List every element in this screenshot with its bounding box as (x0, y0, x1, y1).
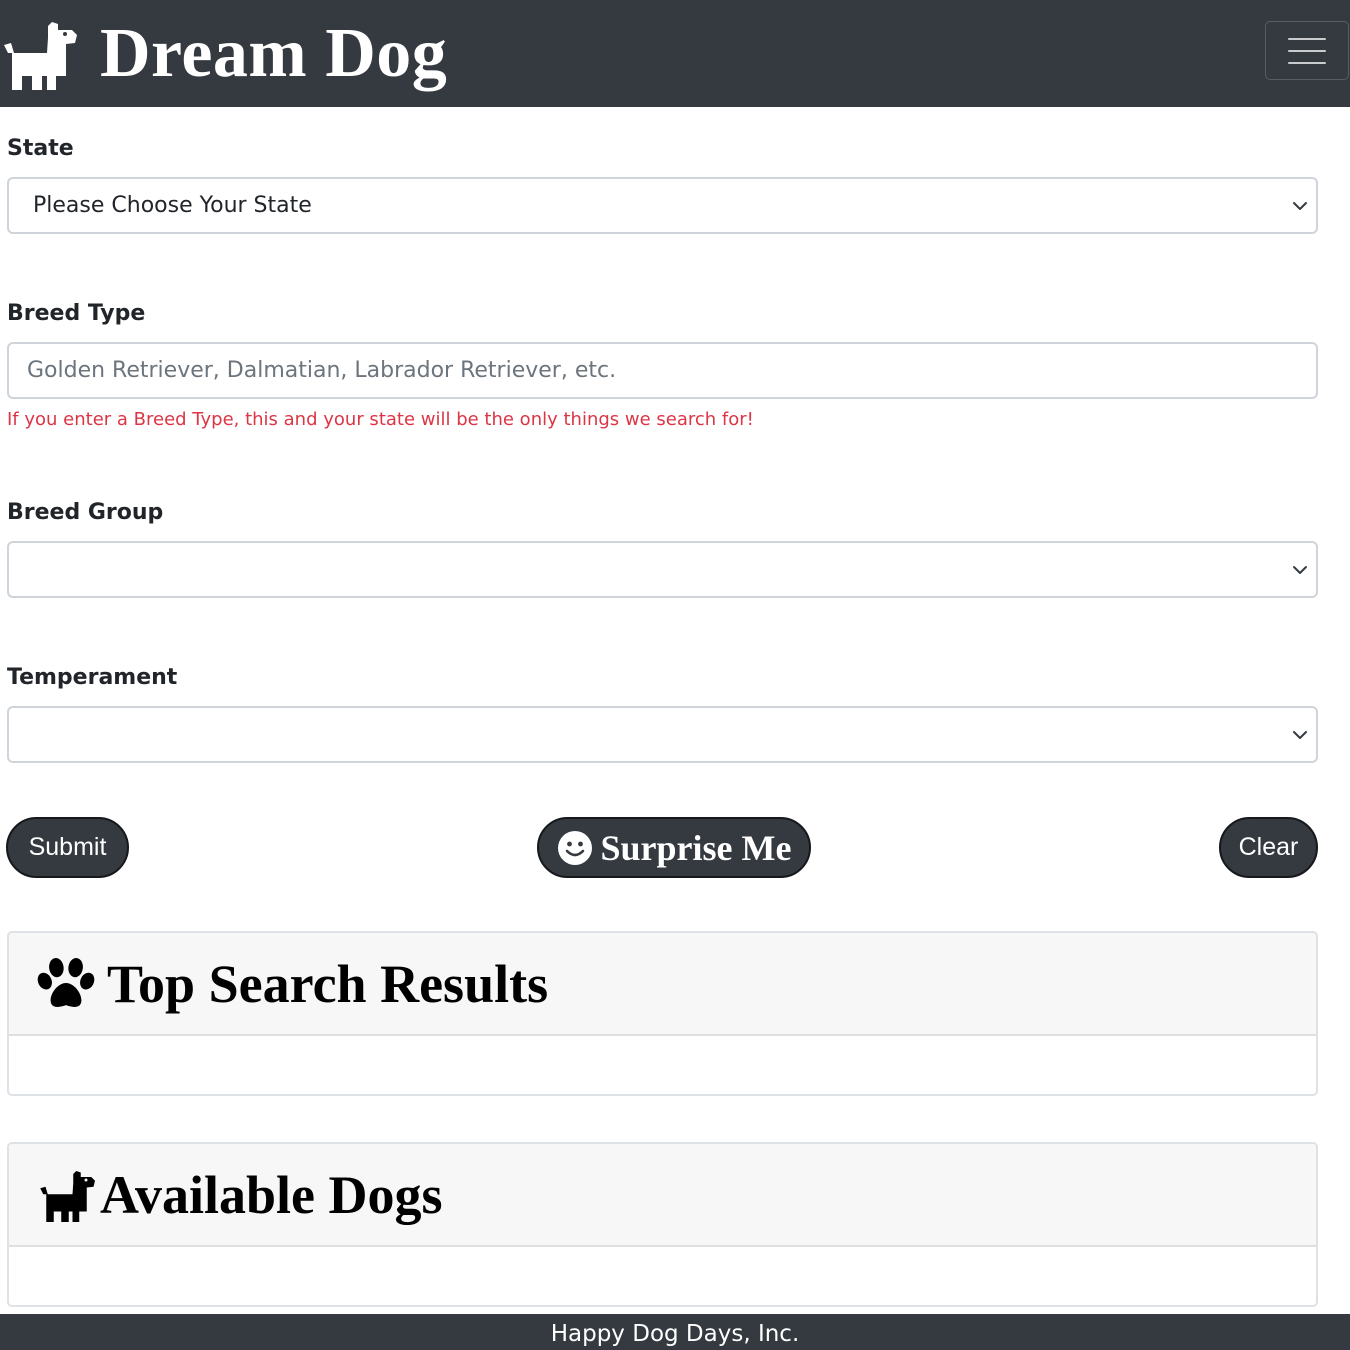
hamburger-menu-icon (1288, 49, 1326, 52)
state-select[interactable]: Please Choose Your State (7, 177, 1318, 234)
temperament-label: Temperament (7, 665, 178, 690)
smiley-icon (557, 830, 592, 865)
footer: Happy Dog Days, Inc. (0, 1314, 1350, 1350)
available-dogs-card: Available Dogs (7, 1142, 1318, 1307)
hamburger-menu-icon (1288, 61, 1326, 64)
submit-button[interactable]: Submit (6, 817, 129, 878)
footer-text: Happy Dog Days, Inc. (550, 1321, 800, 1347)
breed-type-help-text: If you enter a Breed Type, this and your… (7, 409, 754, 430)
brand-title: Dream Dog (100, 15, 448, 92)
submit-button-label: Submit (28, 833, 107, 861)
dog-icon (4, 22, 77, 90)
state-label: State (7, 136, 74, 161)
surprise-me-label: Surprise Me (600, 827, 792, 868)
chevron-down-icon (1293, 202, 1307, 210)
navbar-toggler-button[interactable] (1265, 21, 1349, 80)
brand[interactable]: Dream Dog (4, 14, 447, 94)
chevron-down-icon (1293, 566, 1307, 574)
top-search-results-title: Top Search Results (107, 953, 549, 1014)
available-dogs-header: Available Dogs (9, 1144, 1316, 1247)
navbar: Dream Dog (0, 0, 1350, 107)
state-select-value: Please Choose Your State (33, 193, 312, 218)
temperament-select[interactable] (7, 706, 1318, 763)
paw-icon (37, 957, 95, 1007)
breed-type-input[interactable]: Golden Retriever, Dalmatian, Labrador Re… (7, 342, 1318, 399)
chevron-down-icon (1293, 731, 1307, 739)
clear-button-label: Clear (1238, 833, 1299, 861)
dog-icon (40, 1170, 95, 1222)
top-search-results-header: Top Search Results (9, 933, 1316, 1036)
surprise-me-button[interactable]: Surprise Me (537, 817, 811, 878)
breed-type-placeholder: Golden Retriever, Dalmatian, Labrador Re… (27, 358, 617, 383)
hamburger-menu-icon (1288, 37, 1326, 40)
breed-group-label: Breed Group (7, 500, 164, 525)
top-search-results-card: Top Search Results (7, 931, 1318, 1096)
clear-button[interactable]: Clear (1219, 817, 1318, 878)
breed-type-label: Breed Type (7, 301, 146, 326)
available-dogs-title: Available Dogs (100, 1164, 443, 1225)
breed-group-select[interactable] (7, 541, 1318, 598)
